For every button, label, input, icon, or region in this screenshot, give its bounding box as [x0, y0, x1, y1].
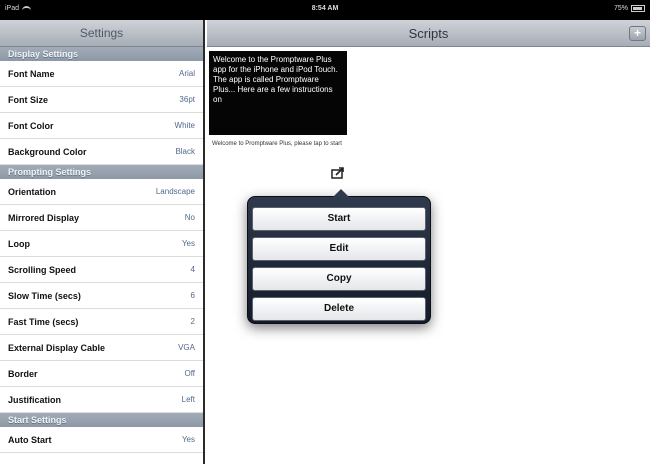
copy-button[interactable]: Copy: [252, 267, 426, 291]
setting-row-font-size[interactable]: Font Size 36pt: [0, 87, 203, 113]
start-button[interactable]: Start: [252, 207, 426, 231]
script-preview[interactable]: Welcome to the Promptware Plus app for t…: [209, 51, 347, 135]
battery-percent: 75%: [613, 5, 628, 12]
setting-row-auto-start[interactable]: Auto Start Yes: [0, 427, 203, 453]
setting-row-justification[interactable]: Justification Left: [0, 387, 203, 413]
share-icon[interactable]: [331, 167, 345, 179]
setting-row-external-display-cable[interactable]: External Display Cable VGA: [0, 335, 203, 361]
settings-pane: Settings Display Settings Font Name Arial…: [0, 20, 205, 464]
section-header-prompting: Prompting Settings: [0, 165, 203, 179]
setting-row-scrolling-speed[interactable]: Scrolling Speed 4: [0, 257, 203, 283]
scripts-title: Scripts: [408, 26, 449, 41]
setting-row-loop[interactable]: Loop Yes: [0, 231, 203, 257]
setting-row-background-color[interactable]: Background Color Black: [0, 139, 203, 165]
setting-row-border[interactable]: Border Off: [0, 361, 203, 387]
setting-row-mirrored-display[interactable]: Mirrored Display No: [0, 205, 203, 231]
section-header-display: Display Settings: [0, 47, 203, 61]
section-header-start: Start Settings: [0, 413, 203, 427]
setting-row-font-name[interactable]: Font Name Arial: [0, 61, 203, 87]
clock: 8:54 AM: [311, 5, 339, 12]
setting-row-font-color[interactable]: Font Color White: [0, 113, 203, 139]
scripts-nav-bar: Scripts +: [207, 20, 650, 47]
settings-title: Settings: [79, 26, 124, 40]
settings-nav-bar: Settings: [0, 20, 203, 47]
script-item[interactable]: Welcome to the Promptware Plus app for t…: [209, 51, 348, 148]
setting-row-slow-time[interactable]: Slow Time (secs) 6: [0, 283, 203, 309]
setting-row-fast-time[interactable]: Fast Time (secs) 2: [0, 309, 203, 335]
add-script-button[interactable]: +: [629, 26, 646, 41]
setting-row-orientation[interactable]: Orientation Landscape: [0, 179, 203, 205]
status-bar: iPad 8:54 AM 75%: [0, 0, 650, 20]
edit-button[interactable]: Edit: [252, 237, 426, 261]
script-caption: Welcome to Promptware Plus, please tap t…: [212, 141, 342, 147]
script-actions-popover: Start Edit Copy Delete: [247, 189, 431, 324]
delete-button[interactable]: Delete: [252, 297, 426, 321]
battery-icon: [631, 5, 645, 12]
